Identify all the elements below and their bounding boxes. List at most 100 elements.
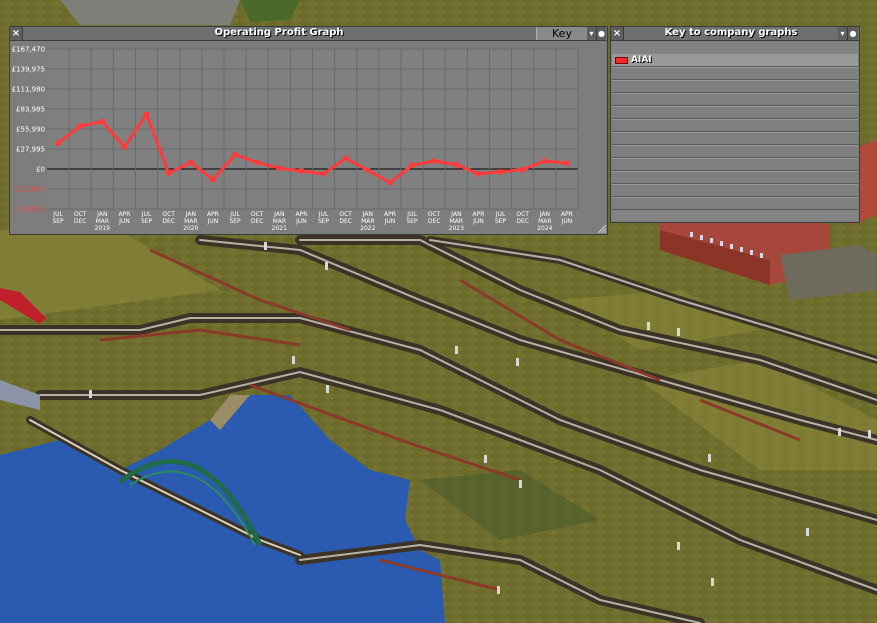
y-tick-label: £55,990 [16,126,45,134]
data-point [232,152,238,158]
data-point [321,171,327,177]
data-point [166,170,172,176]
pin-icon[interactable]: ● [597,27,606,40]
x-tick-label: MAR [361,218,374,225]
x-tick-year: 2019 [95,225,110,232]
x-tick-label: SEP [52,218,64,225]
x-tick-label: SEP [495,218,507,225]
x-tick-label: SEP [406,218,418,225]
y-tick-label: £83,985 [16,106,45,114]
graph-title: Operating Profit Graph [214,27,344,38]
y-tick-label: £0 [36,166,45,174]
x-tick-label: JAN [450,211,461,218]
data-point [475,171,481,177]
x-tick-label: JAN [539,211,550,218]
x-tick-label: JUL [406,211,417,218]
data-point [254,159,260,165]
data-point [365,167,371,173]
data-point [564,160,570,166]
x-tick-label: APR [561,211,573,218]
x-tick-label: OCT [251,211,264,218]
x-tick-label: JAN [185,211,196,218]
y-tick-label: £111,980 [12,86,45,94]
x-tick-label: SEP [229,218,241,225]
y-tick-label: £167,470 [12,46,45,54]
key-to-company-graphs-window: × Key to company graphs ▾ ● AIAI [610,26,860,223]
data-point [431,158,437,164]
x-tick-label: SEP [141,218,153,225]
key-button[interactable]: Key [536,27,588,40]
data-point [498,169,504,175]
x-tick-label: JAN [273,211,284,218]
x-tick-label: JUL [229,211,240,218]
y-tick-label: -£27,995 [14,186,45,194]
x-tick-year: 2022 [360,225,375,232]
x-tick-label: OCT [74,211,87,218]
x-tick-label: MAR [450,218,463,225]
x-tick-label: MAR [96,218,109,225]
close-icon[interactable]: × [10,27,23,40]
graph-titlebar[interactable]: × Operating Profit Graph Key ▾ ● [10,27,607,41]
data-point [276,165,282,171]
key-window-title: Key to company graphs [664,27,798,38]
data-point [144,111,150,117]
empty-key-row [612,197,858,210]
x-tick-label: JAN [362,211,373,218]
shade-icon[interactable]: ▾ [587,27,597,40]
pin-icon[interactable]: ● [848,27,858,40]
empty-key-row [612,132,858,145]
empty-key-row [612,93,858,106]
empty-key-row [612,171,858,184]
x-tick-label: DEC [516,218,529,225]
shade-icon[interactable]: ▾ [838,27,848,40]
data-point [542,158,548,164]
data-point [387,180,393,186]
empty-key-row [612,106,858,119]
x-tick-label: OCT [162,211,175,218]
data-point [121,144,127,150]
x-tick-label: MAR [273,218,286,225]
company-key-item[interactable]: AIAI [612,54,858,67]
x-tick-label: JUN [472,218,484,225]
empty-key-row [612,67,858,80]
x-tick-label: SEP [318,218,330,225]
y-tick-label: £139,975 [12,66,45,74]
empty-key-row [612,158,858,171]
close-icon[interactable]: × [611,27,624,40]
empty-key-row [612,145,858,158]
x-tick-label: MAR [538,218,551,225]
x-tick-label: APR [207,211,219,218]
x-tick-label: APR [384,211,396,218]
data-point [298,168,304,174]
data-point [343,155,349,161]
profit-line-chart: £167,470 £139,975 £111,980 £83,985 £55,990 £2… [12,46,579,232]
x-tick-label: OCT [516,211,529,218]
x-tick-label: JUL [318,211,329,218]
x-tick-label: OCT [339,211,352,218]
data-point [409,162,415,168]
x-tick-label: DEC [162,218,175,225]
x-tick-label: JUN [384,218,396,225]
x-tick-label: APR [118,211,130,218]
y-tick-label: -£55,990 [14,206,45,214]
x-tick-label: DEC [428,218,441,225]
x-tick-label: JUL [495,211,506,218]
x-tick-year: 2021 [272,225,287,232]
x-tick-label: MAR [184,218,197,225]
company-color-swatch [615,57,628,64]
x-tick-label: JUL [52,211,63,218]
data-point [188,159,194,165]
x-tick-label: APR [472,211,484,218]
x-tick-year: 2023 [449,225,464,232]
y-tick-label: £27,995 [16,146,45,154]
empty-key-row [612,80,858,93]
x-tick-label: DEC [251,218,264,225]
x-tick-label: JUN [207,218,219,225]
data-point [453,162,459,168]
data-point [77,123,83,129]
resize-grip-icon[interactable] [598,225,606,233]
data-point [520,167,526,173]
key-titlebar[interactable]: × Key to company graphs ▾ ● [611,27,859,41]
x-tick-label: DEC [339,218,352,225]
x-tick-label: JUN [295,218,307,225]
